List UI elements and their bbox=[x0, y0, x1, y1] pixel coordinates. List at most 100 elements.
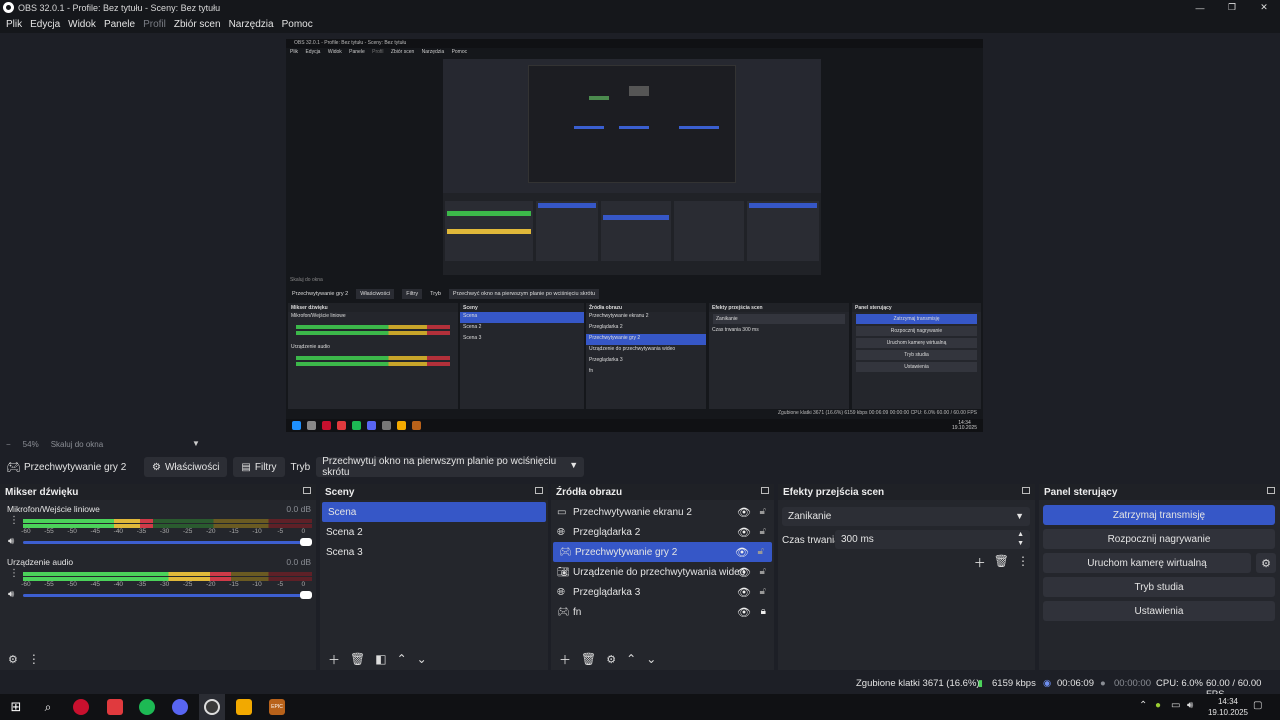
start-virtualcam-button[interactable]: Uruchom kamerę wirtualną bbox=[1043, 553, 1251, 573]
scene-item[interactable]: Scena bbox=[322, 502, 546, 522]
search-icon[interactable]: ⌕ bbox=[35, 694, 61, 720]
minimize-button[interactable]: — bbox=[1184, 0, 1216, 15]
preview-area[interactable]: OBS 32.0.1 - Profile: Bez tytułu - Sceny… bbox=[0, 33, 1280, 438]
menu-help[interactable]: Pomoc bbox=[278, 19, 317, 30]
slider-handle[interactable] bbox=[300, 538, 312, 546]
mixer-settings-icon[interactable]: ⚙ bbox=[8, 653, 18, 666]
undock-icon[interactable] bbox=[761, 487, 769, 494]
lock-icon[interactable]: 🔓︎ bbox=[760, 526, 766, 537]
undock-icon[interactable] bbox=[535, 487, 543, 494]
move-up-icon[interactable]: ⌃ bbox=[626, 652, 636, 666]
app-tray-icon[interactable]: ● bbox=[1155, 700, 1161, 711]
menu-tools[interactable]: Narzędzia bbox=[225, 19, 278, 30]
eye-icon[interactable]: 👁︎ bbox=[735, 546, 749, 559]
dock-header: Źródła obrazu bbox=[551, 484, 774, 500]
move-up-icon[interactable]: ⌃ bbox=[397, 652, 407, 666]
undock-icon[interactable] bbox=[1267, 487, 1275, 494]
move-down-icon[interactable]: ⌄ bbox=[646, 652, 656, 666]
track-volume-db: 0.0 dB bbox=[286, 557, 311, 567]
eye-icon[interactable]: 👁︎ bbox=[737, 506, 751, 519]
menu-docks[interactable]: Panele bbox=[100, 19, 139, 30]
system-clock[interactable]: 14:34 19.10.2025 bbox=[1208, 696, 1248, 718]
duration-spinbox[interactable]: 300 ms ▲ ▼ bbox=[835, 530, 1030, 549]
source-item[interactable]: 🌐︎ Przeglądarka 3 👁︎ 🔓︎ bbox=[551, 582, 774, 602]
source-item[interactable]: 🌐︎ Przeglądarka 2 👁︎ 🔓︎ bbox=[551, 522, 774, 542]
virtualcam-settings-gear-icon[interactable]: ⚙ bbox=[1256, 553, 1276, 573]
menu-profile[interactable]: Profil bbox=[139, 19, 170, 30]
menu-dots-icon[interactable]: ⋮ bbox=[1017, 554, 1029, 571]
spotify-icon[interactable] bbox=[134, 694, 160, 720]
spin-arrows-icon[interactable]: ▲ ▼ bbox=[1017, 530, 1024, 548]
transition-select[interactable]: Zanikanie ▼ bbox=[782, 507, 1030, 526]
lock-icon[interactable]: 🔒︎ bbox=[761, 606, 766, 617]
eye-icon[interactable]: 👁︎ bbox=[737, 586, 751, 599]
menu-view[interactable]: Widok bbox=[64, 19, 100, 30]
source-item[interactable]: ▭ Przechwytywanie ekranu 2 👁︎ 🔓︎ bbox=[551, 502, 774, 522]
chevron-up-icon[interactable]: ⌃ bbox=[1139, 700, 1147, 711]
chevron-down-icon[interactable]: ▼ bbox=[192, 439, 200, 448]
add-icon[interactable]: ＋ bbox=[559, 651, 571, 668]
wps-icon[interactable] bbox=[102, 694, 128, 720]
scene-item[interactable]: Scena 2 bbox=[320, 522, 548, 542]
nested-sources-dock: Źródła obrazu Przechwytywanie ekranu 2 P… bbox=[586, 303, 706, 409]
lock-icon[interactable]: 🔓︎ bbox=[760, 506, 766, 517]
speaker-icon[interactable]: 🔊︎ bbox=[8, 589, 14, 600]
rockstar-icon[interactable] bbox=[231, 694, 257, 720]
meter-tick-label: -55 bbox=[44, 581, 54, 588]
notifications-icon[interactable]: ▢ bbox=[1253, 700, 1262, 711]
eye-icon[interactable]: 👁︎ bbox=[737, 566, 751, 579]
window-title: OBS 32.0.1 - Profile: Bez tytułu - Sceny… bbox=[18, 2, 221, 13]
source-item[interactable]: 🎮︎ fn 👁︎ 🔒︎ bbox=[551, 602, 774, 622]
menu-file[interactable]: Plik bbox=[2, 19, 26, 30]
studio-mode-button[interactable]: Tryb studia bbox=[1043, 577, 1275, 597]
add-icon[interactable]: ＋ bbox=[328, 651, 340, 668]
lock-icon[interactable]: 🔓︎ bbox=[758, 546, 764, 557]
menu-edit[interactable]: Edycja bbox=[26, 19, 64, 30]
volume-slider[interactable] bbox=[23, 538, 312, 546]
eye-icon[interactable]: 👁︎ bbox=[737, 606, 751, 619]
properties-button[interactable]: ⚙ Właściwości bbox=[144, 457, 228, 477]
stop-streaming-button[interactable]: Zatrzymaj transmisję bbox=[1043, 505, 1275, 525]
zoom-out-button[interactable]: − bbox=[6, 440, 11, 449]
network-icon[interactable]: ▭ bbox=[1171, 700, 1180, 711]
zoom-value: 54% bbox=[22, 439, 39, 449]
close-button[interactable]: ✕ bbox=[1248, 0, 1280, 15]
trash-icon[interactable]: 🗑︎ bbox=[350, 652, 365, 666]
epic-games-icon[interactable]: EPIC bbox=[264, 694, 290, 720]
trash-icon[interactable]: 🗑︎ bbox=[994, 554, 1009, 571]
track-menu-icon[interactable]: ⋮ bbox=[9, 569, 19, 579]
lock-icon[interactable]: 🔓︎ bbox=[760, 566, 766, 577]
restore-button[interactable]: ❐ bbox=[1216, 0, 1248, 15]
speaker-icon[interactable]: 🔊︎ bbox=[8, 536, 14, 547]
mixer-menu-icon[interactable]: ⋮ bbox=[28, 652, 40, 666]
volume-slider[interactable] bbox=[23, 591, 312, 599]
trash-icon[interactable]: 🗑︎ bbox=[581, 652, 596, 666]
filters-button[interactable]: ▤ Filtry bbox=[233, 457, 285, 477]
discord-icon[interactable] bbox=[167, 694, 193, 720]
capture-mode-select[interactable]: Przechwytuj okno na pierwszym planie po … bbox=[316, 456, 585, 478]
nested-source-item: Przechwytywanie ekranu 2 bbox=[589, 313, 649, 319]
gear-icon[interactable]: ⚙ bbox=[606, 653, 616, 666]
lock-icon[interactable]: 🔓︎ bbox=[760, 586, 766, 597]
undock-icon[interactable] bbox=[303, 487, 311, 494]
slider-handle[interactable] bbox=[300, 591, 312, 599]
menu-scene-collection[interactable]: Zbiór scen bbox=[170, 19, 225, 30]
source-item[interactable]: 📷︎ Urządzenie do przechwytywania wideo 👁… bbox=[551, 562, 774, 582]
source-item[interactable]: 🎮︎ Przechwytywanie gry 2 👁︎ 🔓︎ bbox=[553, 542, 772, 562]
scene-item[interactable]: Scena 3 bbox=[320, 542, 548, 562]
add-icon[interactable]: ＋ bbox=[974, 554, 986, 571]
opera-icon[interactable] bbox=[68, 694, 94, 720]
settings-button[interactable]: Ustawienia bbox=[1043, 601, 1275, 621]
track-menu-icon[interactable]: ⋮ bbox=[9, 516, 19, 526]
scale-mode[interactable]: Skaluj do okna bbox=[51, 440, 103, 449]
track-name: Urządzenie audio bbox=[7, 557, 74, 567]
volume-icon[interactable]: 🔊︎ bbox=[1187, 700, 1193, 711]
start-recording-button[interactable]: Rozpocznij nagrywanie bbox=[1043, 529, 1275, 549]
dock-title: Sceny bbox=[325, 486, 355, 498]
scene-filters-icon[interactable]: ◧ bbox=[375, 652, 386, 666]
windows-start-icon[interactable]: ⊞ bbox=[3, 694, 29, 720]
eye-icon[interactable]: 👁︎ bbox=[737, 526, 751, 539]
obs-taskbar-icon[interactable] bbox=[199, 694, 225, 720]
move-down-icon[interactable]: ⌄ bbox=[417, 652, 427, 666]
undock-icon[interactable] bbox=[1022, 487, 1030, 494]
